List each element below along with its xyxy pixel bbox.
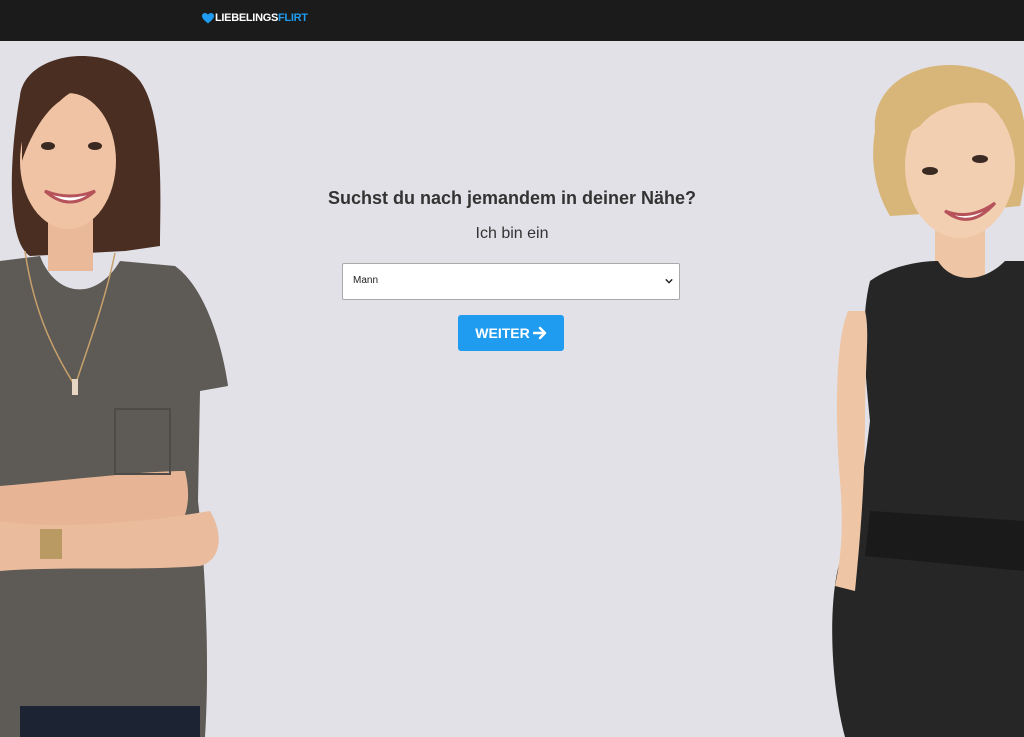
site-logo[interactable]: LIEBELINGS FLIRT [202, 11, 308, 25]
woman-left-image [0, 55, 228, 737]
arrow-right-icon [532, 326, 546, 340]
gender-prompt: Ich bin ein [475, 225, 549, 242]
gender-select-value: Mann [353, 275, 379, 286]
hero-section: Suchst du nach jemandem in deiner Nähe? … [0, 41, 1024, 737]
chevron-down-icon [665, 278, 673, 284]
logo-text-part1: LIEBELINGS [215, 12, 279, 24]
top-bar: LIEBELINGS FLIRT [0, 0, 1024, 41]
heart-icon [202, 12, 214, 23]
gender-select[interactable]: Mann [342, 263, 680, 300]
page-title: Suchst du nach jemandem in deiner Nähe? [327, 188, 697, 208]
woman-right-image [832, 65, 1024, 737]
logo-text-part2: FLIRT [278, 12, 308, 24]
continue-button[interactable]: WEITER [458, 315, 564, 351]
continue-button-label: WEITER [475, 325, 530, 341]
